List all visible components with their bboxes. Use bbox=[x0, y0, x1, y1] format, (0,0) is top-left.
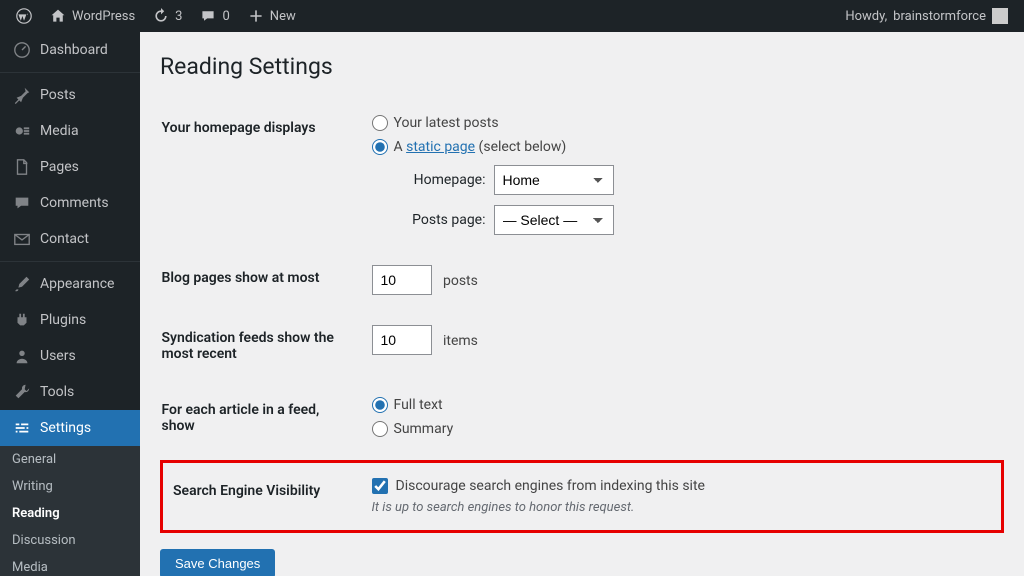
site-name-label: WordPress bbox=[72, 9, 135, 24]
submenu-item-reading[interactable]: Reading bbox=[0, 500, 140, 527]
static-page-link[interactable]: static page bbox=[406, 139, 475, 155]
radio-latest-posts-label[interactable]: Your latest posts bbox=[394, 115, 499, 131]
new-content-link[interactable]: New bbox=[240, 0, 304, 32]
updates-count: 3 bbox=[175, 9, 182, 24]
radio-summary-label[interactable]: Summary bbox=[394, 421, 454, 437]
user-icon bbox=[12, 346, 32, 366]
sidebar-item-dashboard[interactable]: Dashboard bbox=[0, 32, 140, 68]
sidebar-item-appearance[interactable]: Appearance bbox=[0, 266, 140, 302]
search-engine-visibility-row: Search Engine Visibility Discourage sear… bbox=[162, 462, 1003, 532]
sidebar-item-label: Plugins bbox=[40, 312, 86, 328]
sev-checkbox-label[interactable]: Discourage search engines from indexing … bbox=[396, 478, 705, 494]
feed-show-label: For each article in a feed, show bbox=[162, 382, 362, 462]
blog-pages-suffix: posts bbox=[443, 273, 478, 289]
sev-description: It is up to search engines to honor this… bbox=[372, 500, 992, 515]
sidebar-item-label: Posts bbox=[40, 87, 76, 103]
mail-icon bbox=[12, 229, 32, 249]
sidebar-item-settings[interactable]: Settings bbox=[0, 410, 140, 446]
updates-link[interactable]: 3 bbox=[145, 0, 190, 32]
submenu-item-media[interactable]: Media bbox=[0, 554, 140, 576]
plugin-icon bbox=[12, 310, 32, 330]
wordpress-icon bbox=[16, 8, 32, 24]
sidebar-item-contact[interactable]: Contact bbox=[0, 221, 140, 257]
sidebar-item-label: Pages bbox=[40, 159, 79, 175]
sidebar-item-posts[interactable]: Posts bbox=[0, 77, 140, 113]
sidebar-item-label: Dashboard bbox=[40, 42, 108, 58]
new-label: New bbox=[270, 9, 296, 24]
admin-sidebar: Dashboard Posts Media Pages Comments Con… bbox=[0, 32, 140, 576]
sidebar-item-comments[interactable]: Comments bbox=[0, 185, 140, 221]
username-label: brainstormforce bbox=[893, 9, 986, 24]
comments-count: 0 bbox=[222, 9, 229, 24]
sidebar-item-plugins[interactable]: Plugins bbox=[0, 302, 140, 338]
sev-label: Search Engine Visibility bbox=[162, 462, 362, 532]
sev-checkbox[interactable] bbox=[372, 478, 388, 494]
avatar bbox=[992, 8, 1008, 24]
howdy-prefix: Howdy, bbox=[845, 9, 887, 24]
menu-separator bbox=[0, 261, 140, 262]
admin-bar: WordPress 3 0 New Howdy, brainstormforce bbox=[0, 0, 1024, 32]
comment-icon bbox=[12, 193, 32, 213]
my-account-link[interactable]: Howdy, brainstormforce bbox=[837, 0, 1016, 32]
page-content: Reading Settings Your homepage displays … bbox=[140, 32, 1024, 576]
settings-submenu: General Writing Reading Discussion Media… bbox=[0, 446, 140, 576]
dashboard-icon bbox=[12, 40, 32, 60]
radio-static-page-label[interactable]: A static page (select below) bbox=[394, 139, 567, 155]
sidebar-item-media[interactable]: Media bbox=[0, 113, 140, 149]
syndication-label: Syndication feeds show the most recent bbox=[162, 310, 362, 382]
syndication-input[interactable] bbox=[372, 325, 432, 355]
blog-pages-label: Blog pages show at most bbox=[162, 250, 362, 310]
radio-latest-posts[interactable] bbox=[372, 115, 388, 131]
media-icon bbox=[12, 121, 32, 141]
posts-page-select-label: Posts page: bbox=[396, 212, 486, 228]
sidebar-item-label: Tools bbox=[40, 384, 74, 400]
brush-icon bbox=[12, 274, 32, 294]
save-changes-button[interactable]: Save Changes bbox=[160, 549, 275, 576]
sidebar-item-label: Comments bbox=[40, 195, 109, 211]
sidebar-item-label: Media bbox=[40, 123, 79, 139]
site-name-link[interactable]: WordPress bbox=[42, 0, 143, 32]
sidebar-item-label: Users bbox=[40, 348, 76, 364]
submenu-item-general[interactable]: General bbox=[0, 446, 140, 473]
submenu-item-discussion[interactable]: Discussion bbox=[0, 527, 140, 554]
sidebar-item-label: Appearance bbox=[40, 276, 114, 292]
wp-logo[interactable] bbox=[8, 0, 40, 32]
page-icon bbox=[12, 157, 32, 177]
syndication-suffix: items bbox=[443, 333, 478, 349]
menu-separator bbox=[0, 72, 140, 73]
radio-summary[interactable] bbox=[372, 421, 388, 437]
homepage-select-label: Homepage: bbox=[396, 172, 486, 188]
comments-link[interactable]: 0 bbox=[192, 0, 237, 32]
sidebar-item-users[interactable]: Users bbox=[0, 338, 140, 374]
submenu-item-writing[interactable]: Writing bbox=[0, 473, 140, 500]
wrench-icon bbox=[12, 382, 32, 402]
blog-pages-input[interactable] bbox=[372, 265, 432, 295]
sidebar-item-label: Contact bbox=[40, 231, 89, 247]
radio-full-text[interactable] bbox=[372, 397, 388, 413]
page-title: Reading Settings bbox=[160, 44, 1004, 84]
radio-full-text-label[interactable]: Full text bbox=[394, 397, 443, 413]
radio-static-page[interactable] bbox=[372, 139, 388, 155]
plus-icon bbox=[248, 8, 264, 24]
sidebar-item-tools[interactable]: Tools bbox=[0, 374, 140, 410]
update-icon bbox=[153, 8, 169, 24]
sidebar-item-pages[interactable]: Pages bbox=[0, 149, 140, 185]
sliders-icon bbox=[12, 418, 32, 438]
comment-icon bbox=[200, 8, 216, 24]
posts-page-select[interactable]: — Select — bbox=[494, 205, 614, 235]
sidebar-item-label: Settings bbox=[40, 420, 91, 436]
homepage-select[interactable]: Home bbox=[494, 165, 614, 195]
homepage-displays-label: Your homepage displays bbox=[162, 100, 362, 250]
pin-icon bbox=[12, 85, 32, 105]
home-icon bbox=[50, 8, 66, 24]
